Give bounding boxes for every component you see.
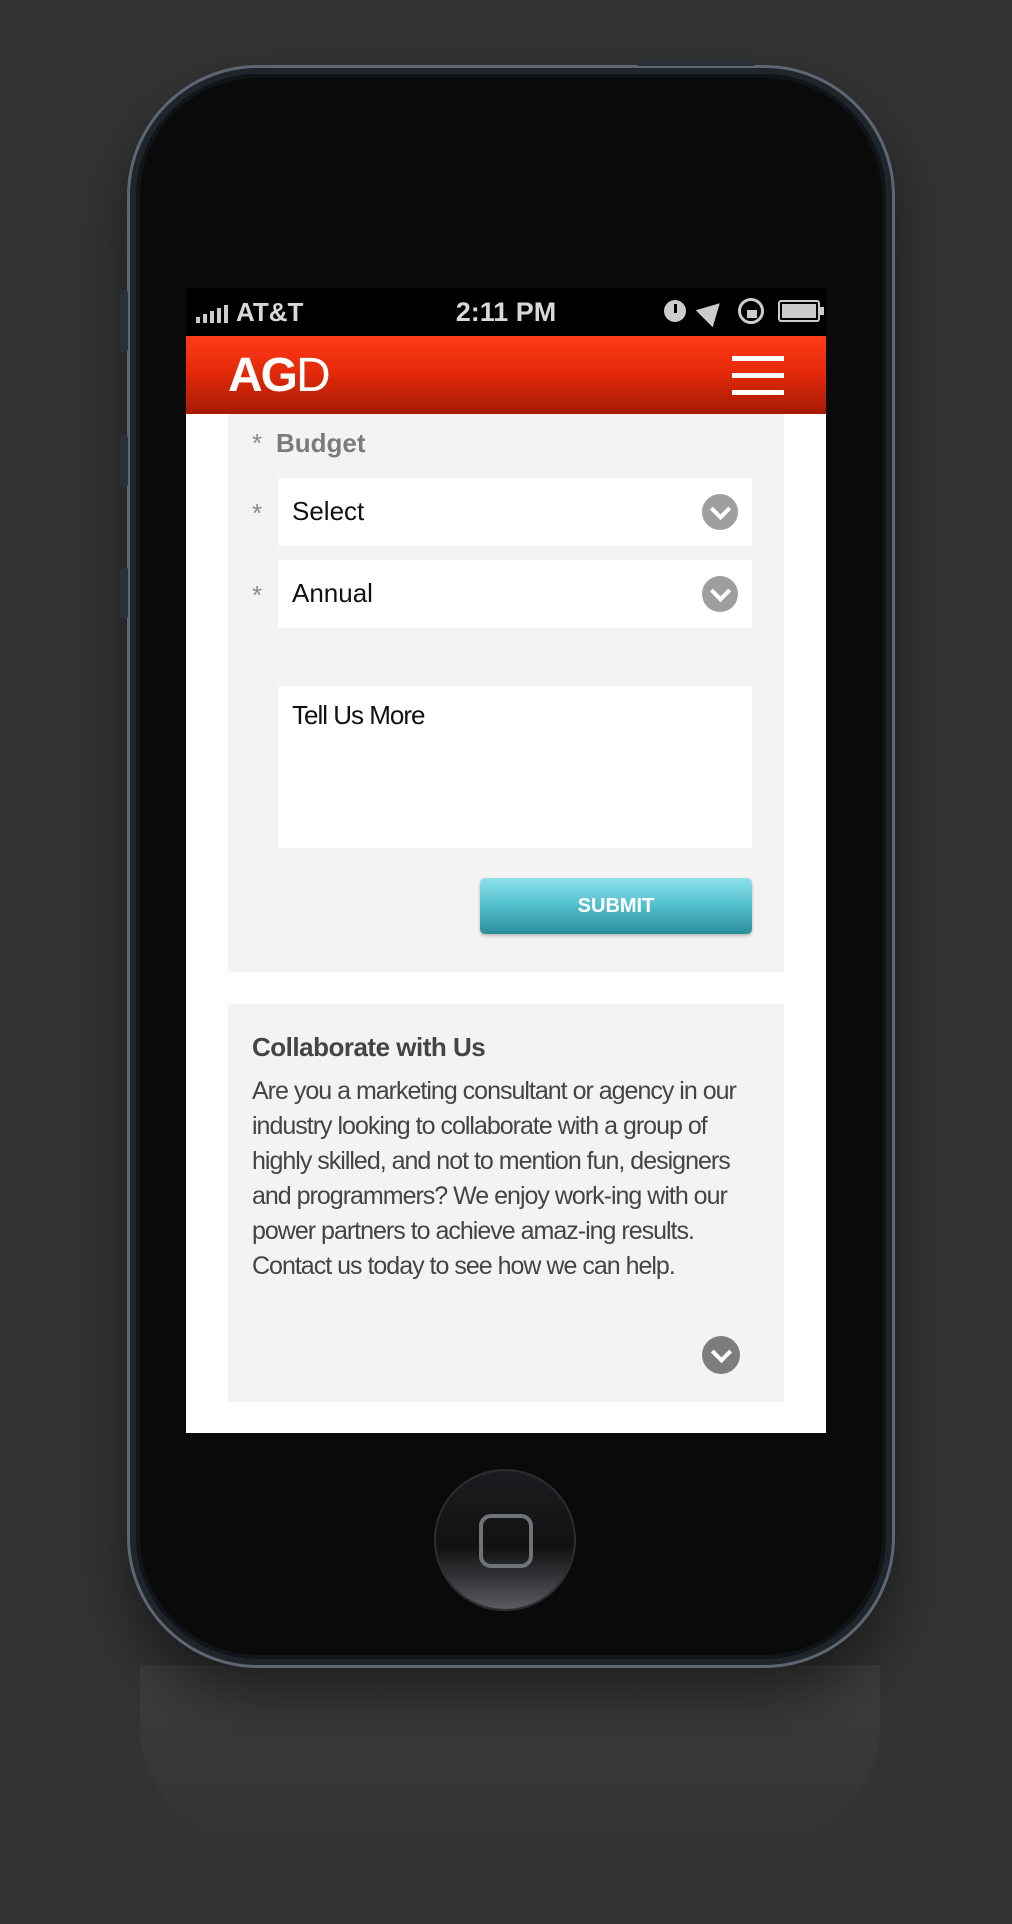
hamburger-menu-icon[interactable] <box>732 356 784 396</box>
logo-bold-text: AG <box>228 349 298 402</box>
battery-icon <box>778 300 824 322</box>
contact-form-panel: * Budget * Select * Annual Tell Us More … <box>228 414 784 972</box>
frequency-select-value: Annual <box>292 578 373 608</box>
expand-chevron-icon[interactable] <box>702 1336 740 1374</box>
frequency-select[interactable]: Annual <box>278 560 752 628</box>
collaborate-panel: Collaborate with Us Are you a marketing … <box>228 1004 784 1402</box>
volume-down-button <box>120 567 128 619</box>
screen: AT&T 2:11 PM AGD * Budget * Select * Ann… <box>186 288 826 1433</box>
logo[interactable]: AGD <box>228 348 331 403</box>
home-square-icon <box>479 1514 533 1568</box>
required-marker: * <box>252 498 263 528</box>
status-bar: AT&T 2:11 PM <box>186 288 826 336</box>
silent-switch <box>120 290 128 352</box>
collaborate-title: Collaborate with Us <box>252 1032 486 1062</box>
home-button[interactable] <box>434 1469 576 1611</box>
logo-light-text: D <box>296 349 331 402</box>
phone-reflection <box>140 1665 880 1845</box>
collaborate-body: Are you a marketing consultant or agency… <box>252 1077 737 1280</box>
budget-select[interactable]: Select <box>278 478 752 546</box>
location-icon <box>695 294 729 328</box>
chevron-down-icon <box>702 494 738 530</box>
required-marker: * <box>252 580 263 610</box>
chevron-down-icon <box>702 576 738 612</box>
budget-label: Budget <box>276 428 366 458</box>
alarm-icon <box>664 300 686 322</box>
volume-up-button <box>120 435 128 487</box>
power-button <box>636 58 756 66</box>
rotation-lock-icon <box>738 298 764 324</box>
budget-select-value: Select <box>292 496 365 526</box>
message-textarea[interactable]: Tell Us More <box>278 686 752 848</box>
submit-button[interactable]: SUBMIT <box>480 878 752 934</box>
app-header: AGD <box>186 336 826 414</box>
required-marker: * <box>252 428 263 458</box>
page-content: * Budget * Select * Annual Tell Us More … <box>186 414 826 1433</box>
